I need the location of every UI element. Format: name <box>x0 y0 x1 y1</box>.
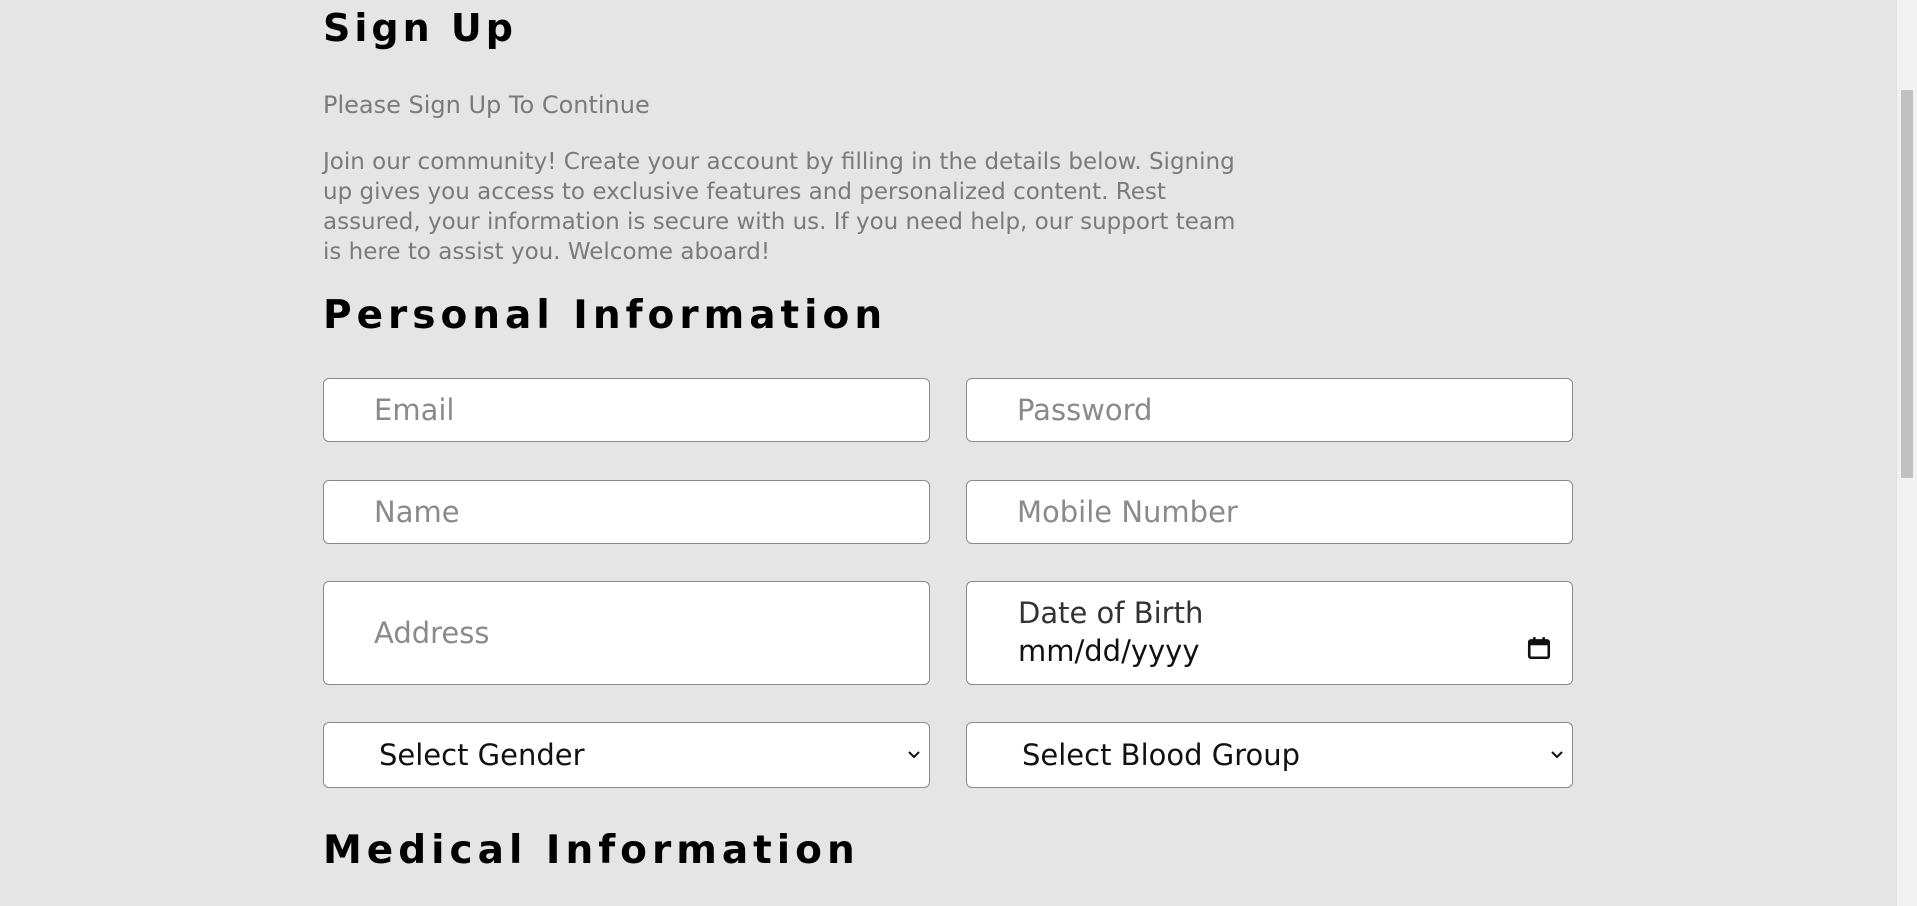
gender-select[interactable]: Select Gender <box>323 722 930 788</box>
chevron-down-icon <box>1551 751 1563 759</box>
page-subtitle: Please Sign Up To Continue <box>323 91 650 119</box>
password-field[interactable] <box>966 378 1573 442</box>
scrollbar-thumb[interactable] <box>1901 90 1913 478</box>
calendar-icon[interactable] <box>1526 635 1552 661</box>
page-title: Sign Up <box>323 6 517 50</box>
address-field[interactable] <box>323 581 930 685</box>
email-field[interactable] <box>323 378 930 442</box>
vertical-scrollbar[interactable] <box>1896 0 1917 906</box>
date-of-birth-field[interactable]: Date of Birth mm/dd/yyyy <box>966 581 1573 685</box>
intro-paragraph: Join our community! Create your account … <box>323 149 1236 265</box>
blood-group-select[interactable]: Select Blood Group <box>966 722 1573 788</box>
medical-information-heading: Medical Information <box>323 828 860 873</box>
gender-select-value: Select Gender <box>379 738 585 772</box>
chevron-down-icon <box>908 751 920 759</box>
name-field[interactable] <box>323 480 930 544</box>
date-of-birth-value[interactable]: mm/dd/yyyy <box>1018 632 1522 670</box>
personal-information-heading: Personal Information <box>323 293 888 338</box>
date-of-birth-label: Date of Birth <box>1018 596 1204 630</box>
blood-group-select-value: Select Blood Group <box>1022 738 1301 772</box>
mobile-number-field[interactable] <box>966 480 1573 544</box>
